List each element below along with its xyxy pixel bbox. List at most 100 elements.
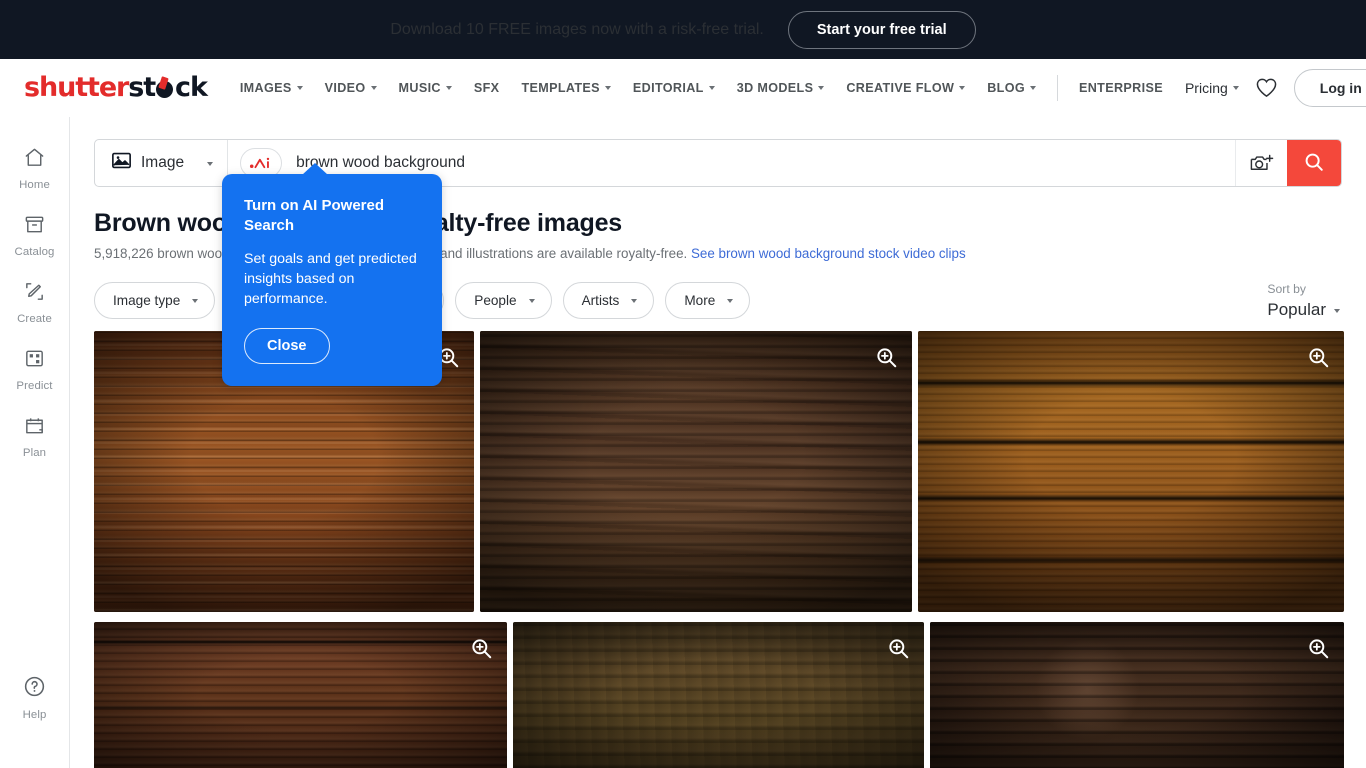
tooltip-title: Turn on AI Powered Search: [244, 197, 385, 234]
sidebar-item-label: Help: [22, 709, 47, 721]
search-icon: [1303, 151, 1325, 176]
wood-texture: [480, 331, 912, 612]
result-tile-5[interactable]: [513, 622, 924, 768]
nav-right-actions: Log in Free t: [1250, 68, 1366, 107]
help-icon: [22, 674, 47, 704]
nav-label: ENTERPRISE: [1078, 80, 1163, 95]
nav-label: MUSIC: [398, 80, 441, 95]
filter-image-type[interactable]: Image type: [94, 282, 216, 319]
tooltip-body: Set goals and get predicted insights bas…: [244, 250, 417, 308]
sort-by-value: Popular: [1267, 300, 1326, 319]
nav-label: TEMPLATES: [521, 80, 600, 95]
filter-artists[interactable]: Artists: [562, 282, 655, 319]
sidebar-item-catalog[interactable]: Catalog: [0, 202, 70, 269]
nav-item-enterprise[interactable]: ENTERPRISE: [1068, 68, 1174, 108]
filter-label: Image type: [113, 293, 181, 308]
zoom-in-icon[interactable]: [467, 634, 495, 662]
nav-item-creative-flow[interactable]: CREATIVE FLOW: [835, 68, 976, 108]
top-navigation: shutterst ck IMAGES VIDEO MUSIC SFX TEMPL…: [0, 59, 1366, 117]
search-button[interactable]: [1287, 140, 1341, 186]
nav-item-music[interactable]: MUSIC: [388, 68, 463, 108]
login-button[interactable]: Log in: [1293, 68, 1366, 107]
nav-label: 3D MODELS: [736, 80, 814, 95]
favorites-heart-icon[interactable]: [1250, 71, 1284, 105]
chevron-down-icon: [818, 86, 825, 90]
zoom-in-icon[interactable]: [1304, 634, 1332, 662]
sort-by: Sort by Popular: [1267, 282, 1342, 320]
filter-people[interactable]: People: [455, 282, 552, 319]
nav-divider: [1056, 74, 1058, 101]
chevron-down-icon: [207, 161, 214, 166]
filter-more[interactable]: More: [665, 282, 751, 319]
chevron-down-icon: [604, 86, 611, 90]
promo-banner: Download 10 FREE images now with a risk-…: [0, 0, 1366, 59]
sidebar-item-label: Home: [19, 179, 50, 191]
filter-label: More: [684, 293, 716, 308]
nav-item-templates[interactable]: TEMPLATES: [510, 68, 621, 108]
predict-icon: [23, 347, 46, 375]
sidebar-item-label: Create: [17, 313, 52, 325]
sort-by-label: Sort by: [1267, 282, 1307, 296]
nav-item-editorial[interactable]: EDITORIAL: [622, 68, 726, 108]
chevron-down-icon: [959, 86, 966, 90]
chevron-down-icon: [296, 86, 303, 90]
home-icon: [23, 146, 46, 174]
results-grid: [70, 320, 1366, 768]
zoom-in-icon[interactable]: [872, 343, 900, 371]
nav-items: IMAGES VIDEO MUSIC SFX TEMPLATES EDITORI…: [229, 68, 1250, 108]
chevron-down-icon: [192, 299, 199, 303]
search-type-selector[interactable]: Image: [95, 140, 229, 186]
sort-by-select[interactable]: Popular: [1267, 300, 1340, 320]
nav-label: VIDEO: [324, 80, 366, 95]
wood-texture: [918, 331, 1344, 612]
shutterstock-logo[interactable]: shutterst ck: [24, 72, 208, 103]
logo-shutter-mark: [156, 81, 174, 98]
grid-row: [94, 622, 1344, 768]
zoom-in-icon[interactable]: [884, 634, 912, 662]
sidebar-item-home[interactable]: Home: [0, 135, 70, 202]
wood-texture: [930, 622, 1344, 768]
sidebar-item-create[interactable]: Create: [0, 269, 70, 336]
sidebar-item-predict[interactable]: Predict: [0, 336, 70, 403]
nav-label: BLOG: [987, 80, 1025, 95]
nav-label: IMAGES: [239, 80, 292, 95]
nav-label: SFX: [473, 80, 500, 95]
promo-text: Download 10 FREE images now with a risk-…: [390, 20, 764, 38]
camera-plus-icon[interactable]: [1235, 140, 1287, 186]
tooltip-close-button[interactable]: Close: [244, 327, 330, 364]
ai-search-tooltip: Turn on AI Powered Search Set goals and …: [222, 163, 442, 386]
result-tile-2[interactable]: [480, 331, 912, 612]
filter-label: People: [474, 293, 517, 308]
zoom-in-icon[interactable]: [1304, 343, 1332, 371]
result-tile-6[interactable]: [930, 622, 1344, 768]
filter-label: Artists: [581, 293, 620, 308]
sidebar-item-plan[interactable]: Plan: [0, 403, 70, 470]
nav-item-video[interactable]: VIDEO: [314, 68, 388, 108]
chevron-down-icon: [1029, 86, 1036, 90]
wood-texture: [94, 622, 507, 768]
left-sidebar: Home Catalog Create Predict Plan Help: [0, 117, 70, 768]
wood-texture: [513, 622, 924, 768]
nav-item-pricing[interactable]: Pricing: [1174, 68, 1250, 108]
sidebar-item-label: Plan: [22, 447, 47, 459]
start-free-trial-button[interactable]: Start your free trial: [787, 10, 976, 49]
create-icon: [23, 280, 46, 308]
sidebar-item-label: Catalog: [14, 246, 55, 258]
chevron-down-icon: [727, 299, 734, 303]
result-tile-3[interactable]: [918, 331, 1344, 612]
body-wrapper: Home Catalog Create Predict Plan Help Im…: [0, 117, 1366, 768]
sidebar-item-label: Predict: [16, 380, 53, 392]
sidebar-item-help[interactable]: Help: [0, 663, 70, 732]
nav-item-sfx[interactable]: SFX: [463, 68, 511, 108]
chevron-down-icon: [445, 86, 452, 90]
video-clips-link[interactable]: See brown wood background stock video cl…: [691, 246, 966, 261]
chevron-down-icon: [631, 299, 638, 303]
nav-item-blog[interactable]: BLOG: [976, 68, 1047, 108]
search-type-label: Image: [141, 154, 185, 171]
nav-item-3d-models[interactable]: 3D MODELS: [726, 68, 836, 108]
main-content: Image brown wood background Brown wood r…: [70, 117, 1366, 768]
nav-item-images[interactable]: IMAGES: [229, 68, 314, 108]
chevron-down-icon: [370, 86, 377, 90]
nav-label: Pricing: [1184, 79, 1228, 96]
result-tile-4[interactable]: [94, 622, 507, 768]
